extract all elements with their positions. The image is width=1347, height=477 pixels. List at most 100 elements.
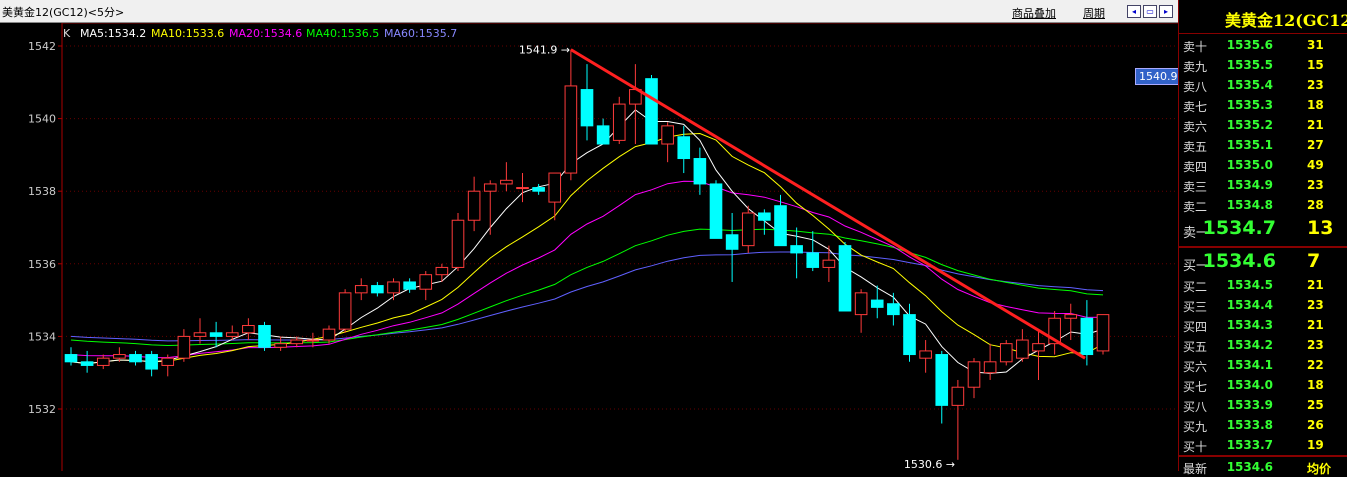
bid-row-price: 1534.4	[1226, 298, 1273, 312]
bid-row[interactable]: 买八 1533.9 25	[1179, 395, 1347, 415]
candle-body	[774, 205, 787, 247]
ask-row-price: 1535.2	[1226, 118, 1273, 132]
prev-icon[interactable]: ◂	[1127, 5, 1141, 18]
candle-body	[999, 343, 1013, 363]
candle-body	[725, 234, 739, 250]
candle-body	[1080, 317, 1094, 356]
last-row-price: 1534.6	[1226, 460, 1273, 474]
ask-row-vol: 27	[1307, 138, 1324, 152]
ask-row-vol: 13	[1307, 217, 1334, 239]
candle-body	[1032, 343, 1045, 352]
next-icon[interactable]: ▸	[1159, 5, 1173, 18]
candle-body	[403, 281, 416, 290]
candle-body	[645, 78, 658, 145]
ask-row[interactable]: 卖七 1535.3 18	[1179, 95, 1347, 115]
bid-row[interactable]: 买九 1533.8 26	[1179, 415, 1347, 435]
y-tick-label: 1542	[28, 40, 56, 53]
ask-row-vol: 18	[1307, 98, 1324, 112]
bid-row-label: 买五	[1183, 340, 1208, 354]
candle-body	[532, 187, 545, 192]
candle-body	[1064, 314, 1078, 319]
bid-row-price: 1533.9	[1226, 398, 1273, 412]
ask-row-label: 卖五	[1183, 140, 1208, 154]
candle-body	[935, 354, 949, 406]
ask-row[interactable]: 卖二 1534.8 28	[1179, 195, 1347, 215]
y-tick-label: 1536	[28, 258, 56, 271]
bid-row-label: 买三	[1183, 300, 1208, 314]
high-label: 1541.9 →	[519, 44, 570, 57]
candle-body	[661, 125, 674, 145]
candle-body	[419, 274, 433, 290]
candle-body	[612, 103, 626, 141]
ask-row[interactable]: 卖三 1534.9 23	[1179, 175, 1347, 195]
indicator-ma40: MA40:1536.5	[306, 27, 380, 40]
bid-row-price: 1533.8	[1226, 418, 1273, 432]
candle-body	[854, 292, 868, 316]
bid-row-vol: 23	[1307, 298, 1324, 312]
indicator-ma5: MA5:1534.2	[80, 27, 147, 40]
candle-body	[806, 252, 820, 268]
bid-row-label: 买九	[1183, 420, 1208, 434]
bid-row-label: 买十	[1183, 440, 1208, 454]
bid-row-vol: 21	[1307, 278, 1324, 292]
kline-chart[interactable]: 1532 1534 1536 1538 1540 1542 1541.9 → 1530.6 →…	[0, 23, 1178, 471]
ask-row[interactable]: 卖四 1535.0 49	[1179, 155, 1347, 175]
last-row[interactable]: 最新 1534.6 均价	[1179, 457, 1347, 477]
period-link[interactable]: 周期	[1083, 5, 1105, 21]
bid-row[interactable]: 买三 1534.4 23	[1179, 295, 1347, 315]
bid-row-vol: 22	[1307, 358, 1324, 372]
kline-svg: 1532 1534 1536 1538 1540 1542 1541.9 → 1530.6 →	[28, 23, 1178, 471]
ask-row-price: 1535.5	[1226, 58, 1273, 72]
bid-row[interactable]: 买五 1534.2 23	[1179, 335, 1347, 355]
ask-row[interactable]: 卖九 1535.5 15	[1179, 55, 1347, 75]
ask-row-vol: 21	[1307, 118, 1324, 132]
ma10-line	[70, 132, 1104, 365]
bid-row-price: 1534.2	[1226, 338, 1273, 352]
candle-body	[564, 85, 578, 174]
bid-row[interactable]: 买四 1534.3 21	[1179, 315, 1347, 335]
candle-body	[64, 354, 78, 363]
candle-body	[96, 357, 110, 366]
chart-titlebar: 美黄金12(GC12)<5分> 商品叠加 周期 ◂ ▭ ▸	[0, 0, 1178, 23]
bid-row[interactable]: 买六 1534.1 22	[1179, 355, 1347, 375]
candle-body	[387, 281, 400, 294]
candle-body	[709, 183, 723, 239]
last-row-vol: 均价	[1307, 462, 1332, 476]
ask-row-label: 卖八	[1183, 80, 1208, 94]
ask-row-vol: 28	[1307, 198, 1324, 212]
y-tick-label: 1532	[28, 403, 56, 416]
ask-row[interactable]: 卖一 1534.7 13	[1179, 217, 1347, 241]
ask-row[interactable]: 卖五 1535.1 27	[1179, 135, 1347, 155]
indicator-ma10: MA10:1533.6	[151, 27, 225, 40]
bid-row[interactable]: 买十 1533.7 19	[1179, 435, 1347, 455]
bid-row[interactable]: 买一 1534.6 7	[1179, 250, 1347, 274]
candle-body	[838, 245, 852, 312]
last-row-label: 最新	[1183, 462, 1208, 476]
ask-row[interactable]: 卖十 1535.6 31	[1179, 35, 1347, 55]
ask-row-price: 1534.7	[1202, 217, 1276, 239]
candle-body	[500, 179, 513, 185]
candle-body	[483, 183, 497, 192]
candle-body	[919, 350, 932, 359]
candle-body	[145, 354, 158, 370]
indicator-ma20: MA20:1534.6	[229, 27, 303, 40]
bid-row-price: 1534.6	[1202, 250, 1276, 272]
bid-row[interactable]: 买七 1534.0 18	[1179, 375, 1347, 395]
bid-row-vol: 25	[1307, 398, 1324, 412]
restore-icon[interactable]: ▭	[1143, 5, 1157, 18]
ask-row[interactable]: 卖八 1535.4 23	[1179, 75, 1347, 95]
overlay-link[interactable]: 商品叠加	[1012, 5, 1056, 21]
bid-row[interactable]: 买二 1534.5 21	[1179, 275, 1347, 295]
ma60-line	[70, 251, 1104, 342]
candle-body	[354, 285, 368, 294]
y-tick-label: 1538	[28, 185, 56, 198]
candle-body	[306, 339, 320, 342]
candle-body	[903, 314, 916, 356]
candle-body	[870, 299, 884, 308]
low-label: 1530.6 →	[904, 458, 955, 471]
candle-body	[580, 89, 594, 127]
candle-body	[983, 361, 997, 374]
candle-body	[967, 361, 981, 388]
candle-body	[322, 328, 336, 341]
ask-row[interactable]: 卖六 1535.2 21	[1179, 115, 1347, 135]
